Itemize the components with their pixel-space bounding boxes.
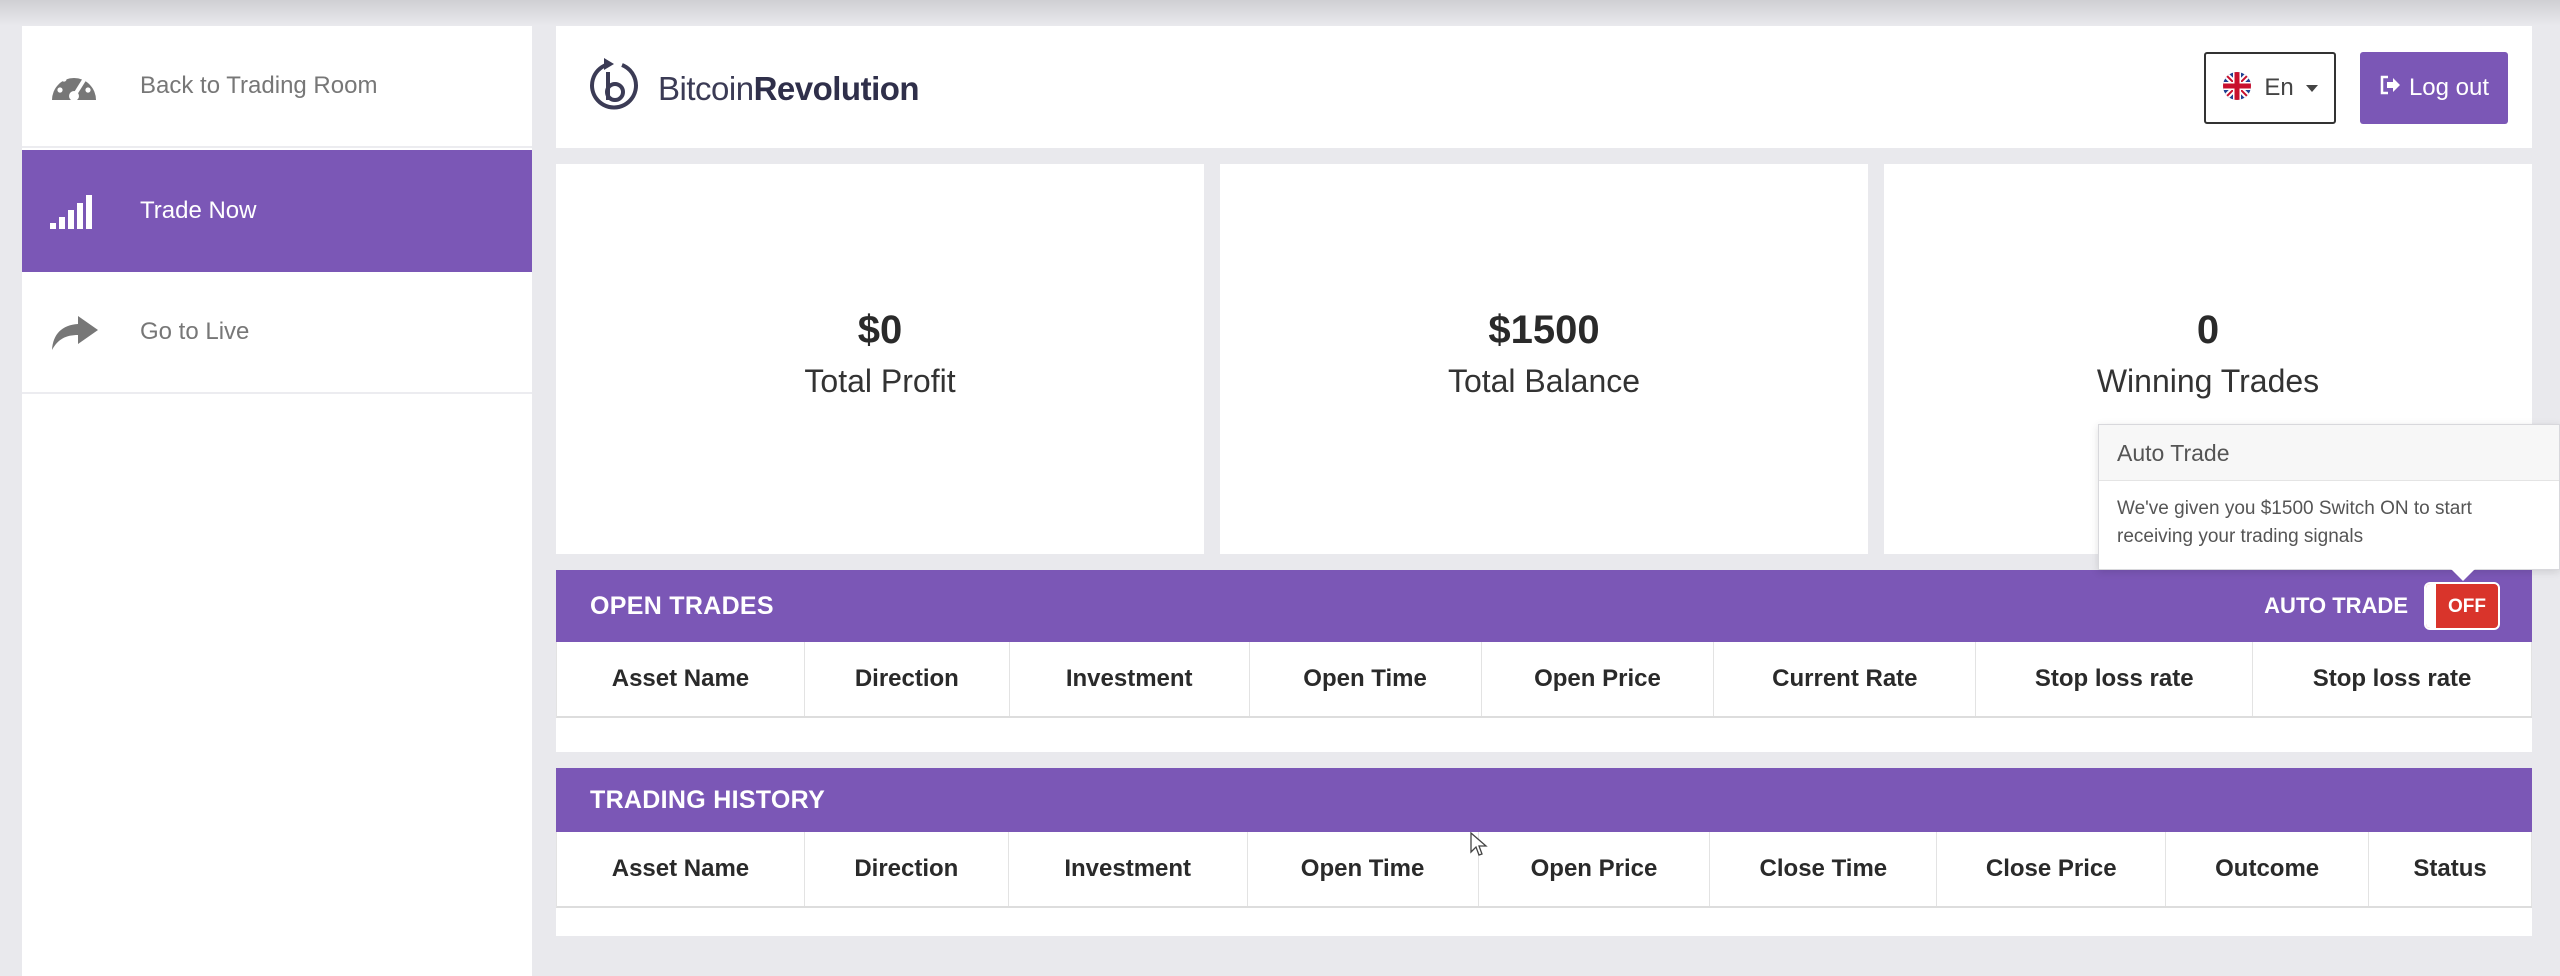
language-code: En — [2264, 74, 2294, 101]
top-shade — [0, 0, 2560, 26]
total-profit-value: $0 — [857, 308, 903, 352]
mouse-cursor-icon — [1470, 831, 1488, 863]
column-header[interactable]: Outcome — [2166, 832, 2370, 906]
chevron-down-icon — [2305, 84, 2318, 92]
toggle-knob — [2426, 584, 2436, 628]
trading-history-panel: TRADING HISTORY Asset Name Direction Inv… — [556, 768, 2532, 936]
logout-label: Log out — [2408, 74, 2490, 101]
tooltip-arrow — [2451, 569, 2475, 581]
brand-logo[interactable]: BitcoinRevolution — [584, 56, 920, 121]
sidebar: Back to Trading Room Trade Now Go to Liv… — [22, 26, 532, 976]
column-header[interactable]: Current Rate — [1714, 642, 1977, 716]
open-trades-title: OPEN TRADES — [590, 591, 774, 620]
language-dropdown[interactable]: En — [2204, 52, 2336, 124]
column-header[interactable]: Close Time — [1710, 832, 1938, 906]
auto-trade-tooltip: Auto Trade We've given you $1500 Switch … — [2098, 424, 2560, 581]
toggle-state: OFF — [2448, 596, 2486, 617]
total-balance-value: $1500 — [1488, 308, 1600, 352]
sidebar-item-back-to-trading-room[interactable]: Back to Trading Room — [22, 26, 532, 148]
open-trades-columns: Asset Name Direction Investment Open Tim… — [556, 642, 2532, 718]
total-profit-card: $0 Total Profit — [556, 164, 1204, 554]
bitcoin-revolution-logo-icon — [584, 56, 644, 121]
column-header[interactable]: Investment — [1009, 832, 1248, 906]
auto-trade-toggle[interactable]: OFF — [2424, 582, 2500, 630]
column-header[interactable]: Investment — [1010, 642, 1250, 716]
winning-trades-label: Winning Trades — [2096, 363, 2320, 399]
sign-out-icon — [2379, 74, 2401, 103]
open-trades-header: OPEN TRADES AUTO TRADE OFF — [556, 570, 2532, 642]
sidebar-item-go-to-live[interactable]: Go to Live — [22, 272, 532, 394]
trading-history-columns: Asset Name Direction Investment Open Tim… — [556, 832, 2532, 908]
column-header[interactable]: Close Price — [1937, 832, 2167, 906]
column-header[interactable]: Asset Name — [557, 642, 805, 716]
trading-history-header: TRADING HISTORY — [556, 768, 2532, 832]
column-header[interactable]: Open Price — [1482, 642, 1715, 716]
share-arrow-icon — [46, 310, 102, 354]
column-header[interactable]: Direction — [805, 832, 1009, 906]
uk-flag-icon — [2222, 71, 2252, 106]
tooltip-body: We've given you $1500 Switch ON to start… — [2117, 498, 2472, 547]
total-balance-card: $1500 Total Balance — [1220, 164, 1868, 554]
column-header[interactable]: Open Time — [1248, 832, 1479, 906]
logout-button[interactable]: Log out — [2360, 52, 2508, 124]
open-trades-panel: OPEN TRADES AUTO TRADE OFF Asset Name Di… — [556, 570, 2532, 752]
speedometer-icon — [46, 64, 102, 108]
sidebar-item-label: Back to Trading Room — [140, 72, 378, 99]
column-header[interactable]: Stop loss rate — [1976, 642, 2254, 716]
sidebar-item-label: Go to Live — [140, 318, 250, 345]
column-header[interactable]: Open Time — [1250, 642, 1482, 716]
auto-trade-control: AUTO TRADE OFF — [2264, 582, 2500, 630]
column-header[interactable]: Direction — [805, 642, 1010, 716]
top-header: BitcoinRevolution En Log out — [556, 26, 2532, 148]
tooltip-title: Auto Trade — [2099, 425, 2559, 481]
auto-trade-label: AUTO TRADE — [2264, 593, 2408, 618]
total-profit-label: Total Profit — [804, 363, 956, 399]
signal-bars-icon — [46, 189, 102, 233]
column-header[interactable]: Open Price — [1479, 832, 1711, 906]
column-header[interactable]: Status — [2369, 832, 2532, 906]
sidebar-item-label: Trade Now — [140, 197, 257, 224]
total-balance-label: Total Balance — [1447, 363, 1641, 399]
brand-name: BitcoinRevolution — [658, 69, 920, 107]
column-header[interactable]: Asset Name — [557, 832, 805, 906]
sidebar-item-trade-now[interactable]: Trade Now — [22, 150, 532, 272]
winning-trades-value: 0 — [2196, 308, 2220, 352]
column-header[interactable]: Stop loss rate — [2253, 642, 2532, 716]
trading-history-title: TRADING HISTORY — [590, 785, 826, 814]
